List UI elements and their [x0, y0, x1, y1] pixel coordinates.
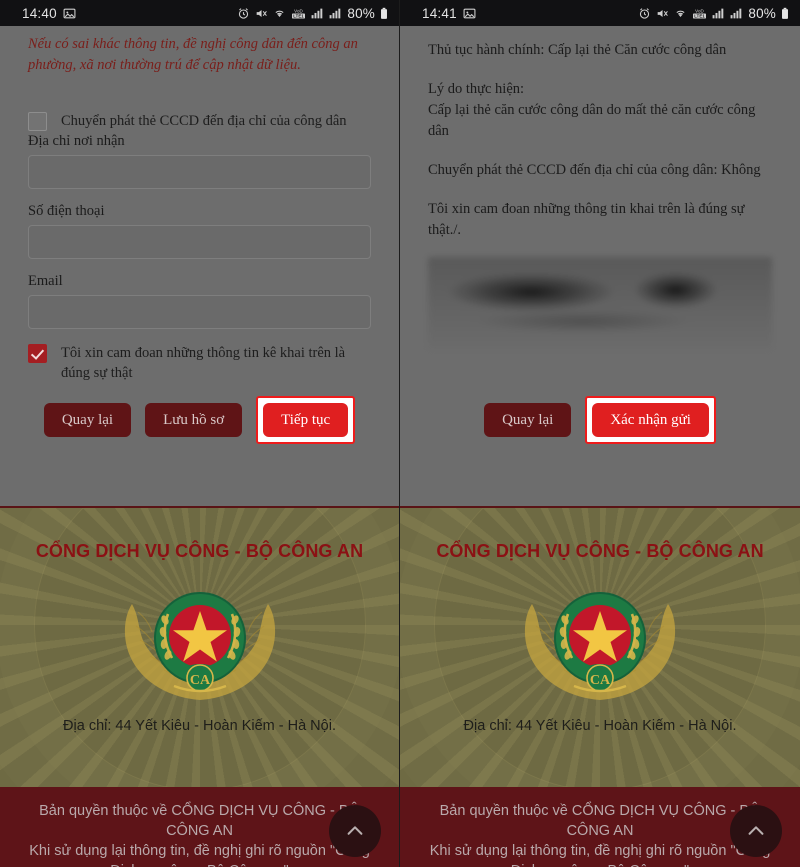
scroll-to-top-button[interactable]: [730, 805, 782, 857]
battery-percent: 80%: [748, 5, 776, 21]
phone-field-label: Số điện thoại: [28, 203, 105, 220]
alarm-icon: [237, 7, 250, 20]
brand-band-right: CỔNG DỊCH VỤ CÔNG - BỘ CÔNG AN CA Địa ch…: [400, 506, 800, 787]
email-input[interactable]: [28, 295, 371, 330]
left-form-content: Nếu có sai khác thông tin, đề nghị công …: [0, 26, 399, 506]
mute-icon: [655, 7, 669, 20]
commit-statement: Tôi xin cam đoan những thông tin khai tr…: [428, 201, 745, 239]
field-group-phone: Số điện thoại: [28, 203, 371, 260]
reason-label: Lý do thực hiện:: [428, 81, 525, 98]
battery-icon: [379, 7, 389, 20]
chevron-up-icon: [748, 826, 764, 835]
chevron-up-icon: [347, 826, 363, 835]
warning-text: Nếu có sai khác thông tin, đề nghị công …: [28, 36, 358, 73]
phone-input[interactable]: [28, 225, 371, 260]
delivery-checkbox[interactable]: [28, 112, 47, 132]
volte-lte-icon: VoD LTE1: [692, 7, 707, 20]
confirm-submit-button[interactable]: Xác nhận gửi: [592, 402, 709, 437]
address-field-label: Địa chỉ nơi nhận: [28, 133, 125, 150]
battery-icon: [780, 7, 790, 20]
status-clock-right: 14:41: [422, 5, 457, 21]
back-button[interactable]: Quay lại: [43, 402, 132, 437]
address-input[interactable]: [28, 155, 371, 190]
scroll-to-top-button[interactable]: [329, 805, 381, 857]
footer-attribution-line: Khi sử dụng lại thông tin, đề nghị ghi r…: [29, 843, 370, 867]
volte-lte-icon: VoD LTE1: [291, 7, 306, 20]
right-summary-content: Thủ tục hành chính: Cấp lại thẻ Căn cước…: [400, 26, 800, 506]
save-draft-button[interactable]: Lưu hồ sơ: [145, 402, 243, 437]
field-group-address: Địa chỉ nơi nhận: [28, 133, 371, 190]
public-security-emblem-icon: CA: [516, 568, 684, 714]
svg-text:CA: CA: [590, 673, 611, 688]
delivery-line: Chuyển phát thẻ CCCD đến địa chỉ của côn…: [428, 162, 761, 179]
dual-phone-screenshot: 14:40 VoD LTE1 80% Nếu có sai khác thông…: [0, 0, 800, 867]
mute-icon: [254, 7, 268, 20]
email-field-label: Email: [28, 273, 63, 290]
brand-band-left: CỔNG DỊCH VỤ CÔNG - BỘ CÔNG AN CA Địa ch…: [0, 506, 399, 787]
redacted-block: [428, 257, 772, 350]
status-bar-right: 14:41 VoD LTE1 80%: [400, 0, 800, 26]
brand-address: Địa chỉ: 44 Yết Kiêu - Hoàn Kiếm - Hà Nộ…: [63, 718, 336, 734]
delivery-checkbox-row[interactable]: Chuyển phát thẻ CCCD đến địa chỉ của côn…: [28, 111, 371, 132]
reason-text: Cấp lại thẻ căn cước công dân do mất thẻ…: [428, 102, 756, 140]
alarm-icon: [638, 7, 651, 20]
wifi-icon: [673, 7, 688, 20]
footer-copyright-line: Bản quyền thuộc về CỔNG DỊCH VỤ CÔNG - B…: [39, 803, 360, 839]
commit-checkbox[interactable]: [28, 344, 47, 364]
wifi-icon: [272, 7, 287, 20]
footer-right: Bản quyền thuộc về CỔNG DỊCH VỤ CÔNG - B…: [400, 787, 800, 867]
brand-title: CỔNG DỊCH VỤ CÔNG - BỘ CÔNG AN: [35, 541, 364, 561]
right-button-row: Quay lại Xác nhận gửi: [400, 395, 800, 444]
footer-attribution-line: Khi sử dụng lại thông tin, đề nghị ghi r…: [429, 843, 771, 867]
svg-text:LTE1: LTE1: [294, 13, 305, 18]
right-phone-panel: 14:41 VoD LTE1 80% Thủ tục hành chính: C…: [400, 0, 800, 867]
status-bar-left: 14:40 VoD LTE1 80%: [0, 0, 399, 26]
commit-checkbox-row[interactable]: Tôi xin cam đoan những thông tin kê khai…: [28, 343, 371, 383]
public-security-emblem-icon: CA: [116, 568, 284, 714]
brand-address: Địa chỉ: 44 Yết Kiêu - Hoàn Kiếm - Hà Nộ…: [463, 718, 737, 734]
left-phone-panel: 14:40 VoD LTE1 80% Nếu có sai khác thông…: [0, 0, 400, 867]
svg-text:VoD: VoD: [695, 8, 704, 13]
signal-bars-icon: [310, 7, 324, 20]
status-clock: 14:40: [22, 5, 57, 21]
left-button-row: Quay lại Lưu hồ sơ Tiếp tục: [0, 395, 399, 444]
field-group-email: Email: [28, 273, 371, 330]
brand-title: CỔNG DỊCH VỤ CÔNG - BỘ CÔNG AN: [436, 541, 764, 561]
procedure-line: Thủ tục hành chính: Cấp lại thẻ Căn cước…: [428, 42, 727, 58]
image-icon: [463, 7, 476, 20]
signal-bars-icon-2: [328, 7, 342, 20]
image-icon: [63, 7, 76, 20]
delivery-checkbox-label: Chuyển phát thẻ CCCD đến địa chỉ của côn…: [61, 113, 347, 130]
footer-copyright-line: Bản quyền thuộc về CỔNG DỊCH VỤ CÔNG - B…: [439, 803, 761, 839]
signal-bars-icon: [711, 7, 725, 20]
svg-text:LTE1: LTE1: [695, 13, 706, 18]
svg-text:VoD: VoD: [294, 8, 303, 13]
continue-button-highlight: Tiếp tục: [256, 395, 356, 444]
confirm-submit-button-highlight: Xác nhận gửi: [585, 395, 716, 444]
footer-left: Bản quyền thuộc về CỔNG DỊCH VỤ CÔNG - B…: [0, 787, 399, 867]
svg-text:CA: CA: [189, 673, 210, 688]
signal-bars-icon-2: [729, 7, 743, 20]
battery-percent: 80%: [347, 5, 375, 21]
continue-button[interactable]: Tiếp tục: [263, 402, 349, 437]
commit-checkbox-label: Tôi xin cam đoan những thông tin kê khai…: [61, 345, 346, 382]
back-button[interactable]: Quay lại: [484, 402, 572, 437]
